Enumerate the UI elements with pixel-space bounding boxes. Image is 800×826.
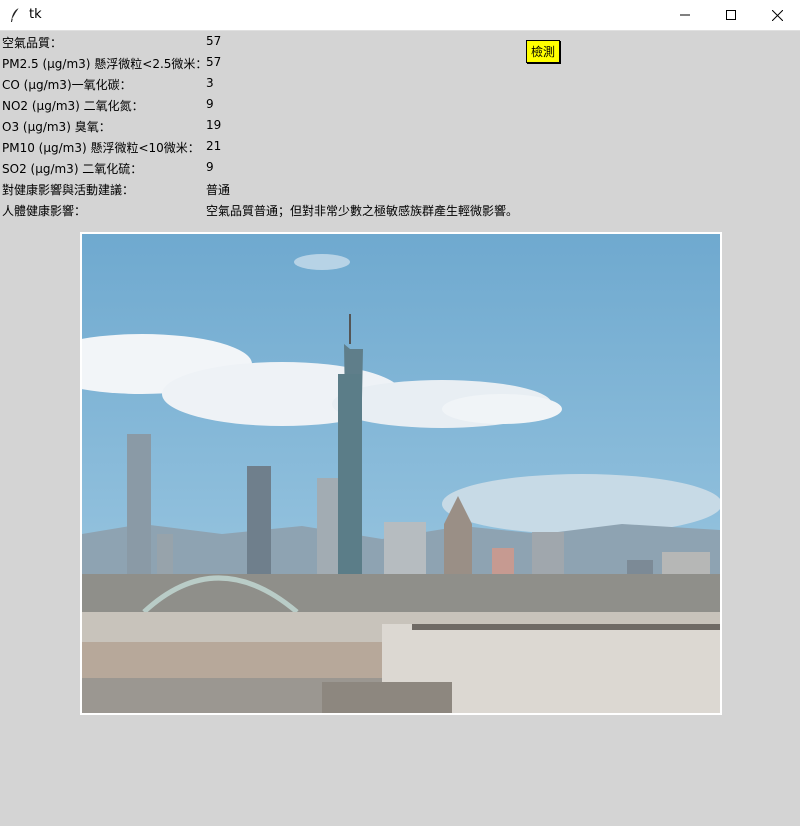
row-label: 對健康影響與活動建議： <box>2 183 135 197</box>
feather-icon <box>11 7 20 22</box>
detect-button[interactable]: 檢測 <box>526 40 560 63</box>
close-icon <box>771 9 783 21</box>
minimize-icon <box>680 14 690 16</box>
health-advice-row: 對健康影響與活動建議： 普通 <box>0 178 600 199</box>
row-label: PM2.5 (μg/m3) 懸浮微粒<2.5微米： <box>2 57 208 71</box>
health-impact-row: 人體健康影響： 空氣品質普通；但對非常少數之極敏感族群產生輕微影響。 <box>0 199 600 220</box>
row-value: 9 <box>206 97 214 111</box>
maximize-icon <box>726 10 736 20</box>
co-row: CO (μg/m3)一氧化碳： 3 <box>0 73 600 94</box>
row-label: NO2 (μg/m3) 二氧化氮： <box>2 99 144 113</box>
row-value: 3 <box>206 76 214 90</box>
row-value: 普通 <box>206 183 231 197</box>
maximize-button[interactable] <box>708 0 754 30</box>
row-label: O3 (μg/m3) 臭氧： <box>2 120 111 134</box>
pm25-row: PM2.5 (μg/m3) 懸浮微粒<2.5微米： 57 <box>0 52 600 73</box>
city-skyline-photo <box>80 232 722 715</box>
row-value: 9 <box>206 160 214 174</box>
title-bar[interactable]: tk <box>0 0 800 31</box>
row-value: 57 <box>206 34 222 48</box>
row-label: 空氣品質： <box>2 36 63 50</box>
window-title: tk <box>29 7 42 22</box>
row-label: PM10 (μg/m3) 懸浮微粒<10微米： <box>2 141 200 155</box>
no2-row: NO2 (μg/m3) 二氧化氮： 9 <box>0 94 600 115</box>
aqi-row: 空氣品質： 57 <box>0 31 600 52</box>
close-button[interactable] <box>754 0 800 30</box>
row-value: 57 <box>206 55 222 69</box>
row-value: 19 <box>206 118 222 132</box>
window-client-area: 空氣品質： 57 PM2.5 (μg/m3) 懸浮微粒<2.5微米： 57 CO… <box>0 31 800 826</box>
row-value: 21 <box>206 139 222 153</box>
so2-row: SO2 (μg/m3) 二氧化硫： 9 <box>0 157 600 178</box>
pm10-row: PM10 (μg/m3) 懸浮微粒<10微米： 21 <box>0 136 600 157</box>
row-label: CO (μg/m3)一氧化碳： <box>2 78 132 92</box>
row-value: 空氣品質普通；但對非常少數之極敏感族群產生輕微影響。 <box>206 204 519 218</box>
row-label: 人體健康影響： <box>2 204 87 218</box>
row-label: SO2 (μg/m3) 二氧化硫： <box>2 162 143 176</box>
o3-row: O3 (μg/m3) 臭氧： 19 <box>0 115 600 136</box>
minimize-button[interactable] <box>662 0 708 30</box>
